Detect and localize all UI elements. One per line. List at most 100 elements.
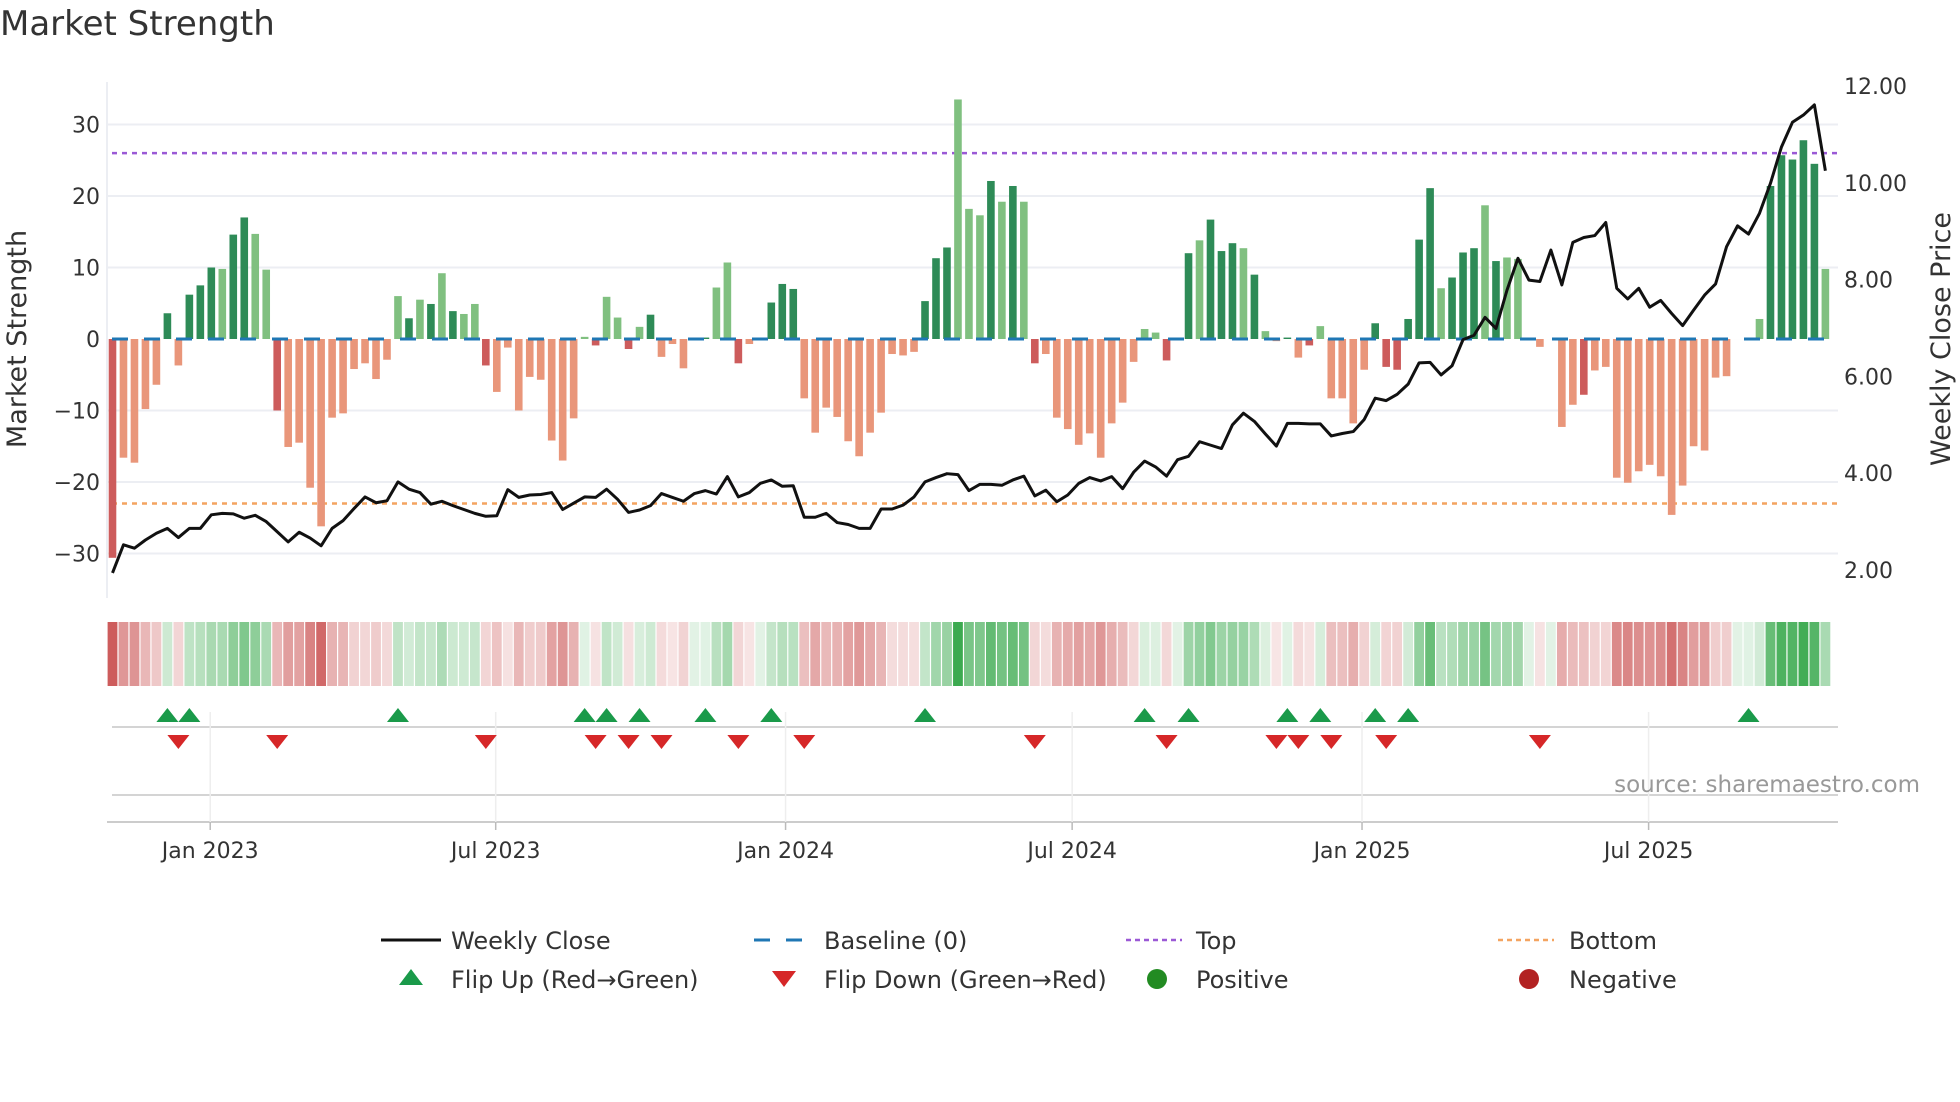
strength-bar	[1085, 339, 1094, 434]
strength-bar	[547, 339, 556, 441]
heat-strip-cell	[1095, 622, 1106, 686]
heat-strip-cell	[744, 622, 755, 686]
y2-tick-label: 12.00	[1844, 75, 1907, 100]
heat-strip-cell	[502, 622, 513, 686]
heat-strip-cell	[1326, 622, 1337, 686]
heat-strip-cell	[766, 622, 777, 686]
flip-up-marker	[595, 708, 618, 722]
heat-strip-cell	[887, 622, 897, 686]
strength-bar	[108, 339, 117, 558]
strength-bar	[163, 313, 172, 339]
heat-strip-cell	[1106, 622, 1117, 686]
heat-strip-cell	[1007, 622, 1018, 686]
y2-tick-label: 6.00	[1844, 365, 1893, 390]
heat-strip-cell	[1513, 622, 1523, 686]
heat-strip-cell	[645, 622, 656, 686]
heat-strip-cell	[975, 622, 985, 686]
heat-strip-cell	[1216, 622, 1227, 686]
x-tick-label: Jan 2023	[160, 839, 259, 864]
heat-strip-cell	[832, 622, 843, 686]
strength-bar	[416, 299, 424, 339]
heat-strip-cell	[316, 622, 327, 686]
heat-strip-cell	[1018, 622, 1029, 686]
strength-bar	[1107, 339, 1116, 424]
strength-bar	[943, 247, 951, 339]
flip-up-marker	[156, 708, 179, 722]
heat-strip-cell	[217, 622, 228, 686]
heat-strip-cell	[1688, 622, 1699, 686]
strength-bar	[1151, 332, 1160, 339]
heat-strip-cell	[1260, 622, 1271, 686]
heat-strip-cell	[458, 622, 469, 686]
strength-bar	[844, 339, 852, 442]
heat-strip-cell	[1589, 622, 1600, 686]
heat-strip-cell	[996, 622, 1007, 686]
heat-strip-cell	[986, 622, 996, 686]
heat-strip-cell	[1139, 622, 1150, 686]
strength-bar	[1601, 339, 1610, 367]
heat-strip-cell	[1227, 622, 1238, 686]
strength-bar	[514, 339, 523, 411]
heat-strip-cell	[1765, 622, 1776, 686]
flip-up-marker	[386, 708, 409, 722]
strength-bar	[558, 339, 567, 461]
reference-lines	[112, 151, 1838, 505]
heat-strip-cell	[590, 622, 601, 686]
strength-bar	[1382, 339, 1390, 367]
strength-bar	[569, 339, 578, 419]
strength-bar	[1777, 155, 1786, 339]
flip-down-marker	[1320, 735, 1343, 749]
heat-strip-cell	[1315, 622, 1326, 686]
strength-bar	[745, 339, 754, 345]
strength-bar	[1656, 339, 1665, 477]
heat-strip-cell	[1172, 622, 1183, 686]
strength-bar	[1810, 163, 1819, 339]
strength-bar	[207, 267, 216, 339]
legend-weekly-close-label: Weekly Close	[451, 927, 611, 955]
source-label: source: sharemaestro.com	[1614, 772, 1920, 798]
legend-bottom-label: Bottom	[1569, 927, 1657, 955]
flip-up-marker	[1276, 708, 1299, 722]
heat-strip-cell	[964, 622, 974, 686]
heat-strip-cell	[524, 622, 535, 686]
heat-strip-cell	[931, 622, 941, 686]
flip-down-marker	[167, 735, 190, 749]
strength-bar	[1316, 326, 1325, 339]
heat-strip-cell	[1304, 622, 1315, 686]
heat-strip-cell	[1073, 622, 1084, 686]
x-tick-label: Jan 2025	[1312, 839, 1411, 864]
strength-bar	[1184, 253, 1193, 339]
heat-strip-cell	[1392, 622, 1403, 686]
heat-strip-cell	[360, 622, 370, 686]
strength-bar	[1349, 339, 1358, 424]
heat-strip-cell	[1447, 622, 1457, 686]
heat-strip-cell	[711, 622, 722, 686]
strength-bar	[1020, 201, 1028, 339]
strength-bar	[295, 339, 303, 443]
strength-bar	[1645, 339, 1654, 465]
strength-bar	[1821, 268, 1830, 339]
strength-bar	[1689, 339, 1698, 447]
legend: Weekly Close Baseline (0) Top Bottom Flip Up…	[381, 927, 1677, 994]
flip-down-marker	[1287, 735, 1310, 749]
heat-strip-cell	[689, 622, 700, 686]
heat-strip-cell	[1249, 622, 1260, 686]
heat-strip-cell	[283, 622, 294, 686]
strength-bar	[1623, 339, 1632, 483]
heat-strip-cell	[1293, 622, 1304, 686]
heat-strip-cell	[250, 622, 261, 686]
strength-bar	[1042, 339, 1050, 355]
heat-strip-cell	[327, 622, 337, 686]
strength-bar	[1437, 288, 1445, 339]
strength-bar	[789, 288, 798, 339]
heat-strip-cell	[535, 622, 546, 686]
heat-strip-cell	[546, 622, 557, 686]
flip-markers: Jan 2023 Jul 2023 Jan 2024 Jul 2024 Jan 2025…	[107, 708, 1838, 864]
strength-bar	[1415, 239, 1423, 339]
strength-bar	[833, 339, 841, 417]
heat-strip-cell	[854, 622, 865, 686]
heat-strip-cell	[1480, 622, 1490, 686]
heat-strip-cell	[777, 622, 788, 686]
strength-bar	[1063, 339, 1072, 430]
strength-bar	[174, 339, 183, 366]
